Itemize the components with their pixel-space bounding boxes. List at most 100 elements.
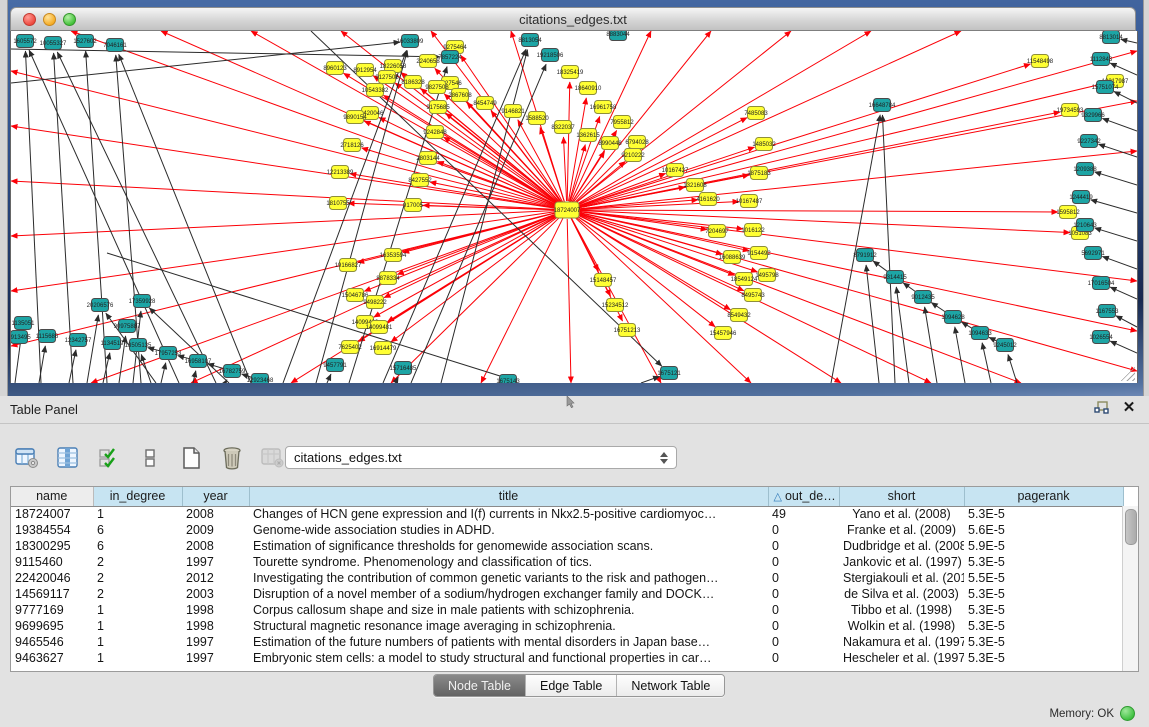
network-edge[interactable]	[1121, 39, 1137, 43]
table-cell-title[interactable]: Tourette syndrome. Phenomenology and cla…	[249, 554, 768, 570]
network-edge-selected[interactable]	[461, 55, 562, 202]
column-header-title[interactable]: title	[249, 487, 768, 506]
column-header-in_degree[interactable]: in_degree	[93, 487, 182, 506]
table-cell-title[interactable]: Estimation of the future numbers of pati…	[249, 634, 768, 650]
network-edge[interactable]	[982, 343, 991, 383]
table-cell-pagerank[interactable]: 5.9E-5	[964, 538, 1123, 554]
table-row[interactable]: 911546021997Tourette syndrome. Phenomeno…	[11, 554, 1123, 570]
table-cell-in_degree[interactable]: 1	[93, 650, 182, 666]
column-header-year[interactable]: year	[182, 487, 249, 506]
table-cell-name[interactable]: 22420046	[11, 570, 93, 586]
table-cell-short[interactable]: Dudbridge et al. (2008)	[839, 538, 964, 554]
network-edge[interactable]	[161, 363, 166, 383]
column-header-name[interactable]: name	[11, 487, 93, 506]
network-canvas[interactable]: 1872400789601238912954182260589127508818…	[10, 31, 1138, 383]
table-cell-title[interactable]: Changes of HCN gene expression and I(f) …	[249, 506, 768, 522]
network-edge[interactable]	[327, 374, 331, 383]
network-edge-selected[interactable]	[567, 82, 570, 201]
table-cell-in_degree[interactable]: 2	[93, 586, 182, 602]
close-panel-icon[interactable]: ✕	[1121, 400, 1137, 416]
network-edge[interactable]	[1095, 228, 1137, 241]
network-edge-selected[interactable]	[576, 51, 1137, 208]
network-edge[interactable]	[925, 307, 937, 383]
table-cell-year[interactable]: 1998	[182, 618, 249, 634]
table-cell-in_degree[interactable]: 2	[93, 570, 182, 586]
table-cell-year[interactable]: 2008	[182, 538, 249, 554]
table-cell-short[interactable]: Franke et al. (2009)	[839, 522, 964, 538]
select-all-columns-icon[interactable]	[96, 445, 122, 471]
table-cell-name[interactable]: 9463627	[11, 650, 93, 666]
table-cell-name[interactable]: 9115460	[11, 554, 93, 570]
network-edge[interactable]	[1095, 172, 1137, 185]
network-edge-selected[interactable]	[573, 31, 711, 203]
minimize-window-icon[interactable]	[43, 13, 56, 26]
table-row[interactable]: 946554611997Estimation of the future num…	[11, 634, 1123, 650]
network-edge[interactable]	[896, 287, 909, 383]
table-row[interactable]: 1456911722003Disruption of a novel membe…	[11, 586, 1123, 602]
table-cell-name[interactable]: 14569117	[11, 586, 93, 602]
network-edge-selected[interactable]	[576, 83, 1106, 208]
table-cell-name[interactable]: 9699695	[11, 618, 93, 634]
table-cell-in_degree[interactable]: 1	[93, 618, 182, 634]
column-header-out_degree[interactable]: △out_de…	[768, 487, 839, 506]
new-column-icon[interactable]	[178, 445, 204, 471]
table-cell-short[interactable]: Stergiakouli et al. (2012)	[839, 570, 964, 586]
network-edge[interactable]	[873, 261, 888, 272]
network-edge[interactable]	[1110, 63, 1137, 75]
table-cell-pagerank[interactable]: 5.3E-5	[964, 634, 1123, 650]
network-edge-selected[interactable]	[384, 214, 559, 298]
network-edge[interactable]	[903, 283, 916, 292]
table-cell-pagerank[interactable]: 5.3E-5	[964, 618, 1123, 634]
delete-table-icon[interactable]	[260, 445, 286, 471]
scrollbar-thumb[interactable]	[1125, 509, 1137, 545]
column-header-pagerank[interactable]: pagerank	[964, 487, 1123, 506]
table-cell-pagerank[interactable]: 5.3E-5	[964, 506, 1123, 522]
delete-columns-icon[interactable]	[219, 445, 245, 471]
table-cell-out_degree[interactable]: 0	[768, 554, 839, 570]
table-cell-out_degree[interactable]: 0	[768, 522, 839, 538]
network-edge[interactable]	[882, 115, 895, 383]
table-cell-in_degree[interactable]: 1	[93, 634, 182, 650]
table-cell-pagerank[interactable]: 5.5E-5	[964, 570, 1123, 586]
network-edge[interactable]	[149, 308, 229, 383]
table-cell-pagerank[interactable]: 5.3E-5	[964, 554, 1123, 570]
table-cell-out_degree[interactable]: 0	[768, 538, 839, 554]
memory-status-indicator[interactable]	[1120, 706, 1135, 721]
table-cell-out_degree[interactable]: 0	[768, 650, 839, 666]
network-edge-selected[interactable]	[481, 218, 563, 383]
network-edge-selected[interactable]	[576, 210, 1058, 212]
table-cell-in_degree[interactable]: 6	[93, 522, 182, 538]
table-cell-in_degree[interactable]: 1	[93, 506, 182, 522]
network-edge-selected[interactable]	[563, 137, 566, 201]
table-cell-short[interactable]: Nakamura et al. (1997)	[839, 634, 964, 650]
network-edge-selected[interactable]	[71, 31, 559, 207]
network-edge[interactable]	[1110, 341, 1137, 353]
table-cell-name[interactable]: 9777169	[11, 602, 93, 618]
table-cell-name[interactable]: 9465546	[11, 634, 93, 650]
table-cell-year[interactable]: 1998	[182, 602, 249, 618]
network-edge-selected[interactable]	[350, 174, 558, 209]
table-cell-short[interactable]: Hescheler et al. (1997)	[839, 650, 964, 666]
table-row[interactable]: 1938455462009Genome-wide association stu…	[11, 522, 1123, 538]
table-cell-year[interactable]: 1997	[182, 650, 249, 666]
table-cell-pagerank[interactable]: 5.3E-5	[964, 586, 1123, 602]
table-row[interactable]: 969969511998Structural magnetic resonanc…	[11, 618, 1123, 634]
network-edge-selected[interactable]	[11, 71, 558, 208]
network-edge[interactable]	[931, 303, 945, 312]
table-cell-out_degree[interactable]: 0	[768, 602, 839, 618]
network-edge-selected[interactable]	[391, 215, 560, 342]
table-cell-title[interactable]: Structural magnetic resonance image aver…	[249, 618, 768, 634]
table-cell-pagerank[interactable]: 5.3E-5	[964, 602, 1123, 618]
table-cell-in_degree[interactable]: 6	[93, 538, 182, 554]
table-cell-short[interactable]: Yano et al. (2008)	[839, 506, 964, 522]
network-edge[interactable]	[1098, 144, 1137, 157]
close-window-icon[interactable]	[23, 13, 36, 26]
tab-network-table[interactable]: Network Table	[617, 675, 724, 696]
table-cell-pagerank[interactable]: 5.6E-5	[964, 522, 1123, 538]
tab-node-table[interactable]: Node Table	[434, 675, 526, 696]
table-vertical-scrollbar[interactable]	[1122, 506, 1138, 671]
table-cell-title[interactable]: Investigating the contribution of common…	[249, 570, 768, 586]
table-cell-short[interactable]: Tibbo et al. (1998)	[839, 602, 964, 618]
network-edge[interactable]	[283, 50, 407, 383]
network-edge[interactable]	[1102, 256, 1137, 269]
